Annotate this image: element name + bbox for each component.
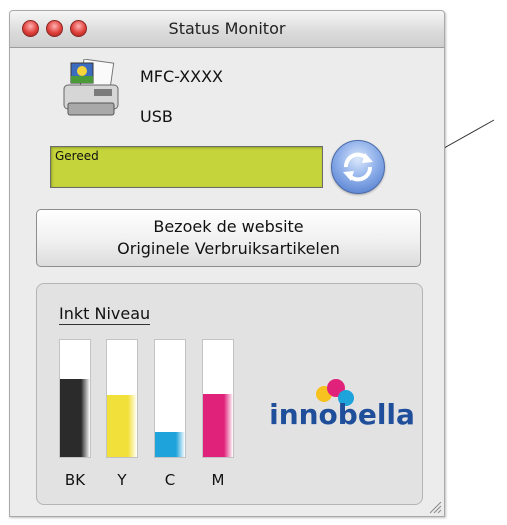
refresh-icon[interactable] [331, 140, 385, 194]
status-monitor-window: Status Monitor MFC-XXXX USB Gereed Bezoe… [9, 10, 445, 517]
ink-label-y: Y [117, 471, 127, 489]
visit-website-button[interactable]: Bezoek de website Originele Verbruiksart… [36, 209, 421, 267]
printer-icon [63, 59, 119, 116]
innobella-logo-text: innobella [270, 398, 415, 431]
ink-level-panel: Inkt Niveau BK Y C M innobella [36, 283, 423, 505]
connection-type: USB [140, 107, 173, 126]
title-bar[interactable]: Status Monitor [10, 11, 444, 48]
ink-tank-c [154, 339, 186, 458]
status-display: Gereed [50, 146, 323, 188]
ink-label-bk: BK [64, 471, 86, 489]
visit-button-line1: Bezoek de website [153, 217, 304, 236]
ink-label-m: M [211, 471, 225, 489]
ink-label-c: C [164, 471, 176, 489]
ink-tank-m [202, 339, 234, 458]
ink-tank-bk [59, 339, 91, 458]
status-text: Gereed [55, 149, 99, 163]
device-model: MFC-XXXX [140, 67, 223, 86]
ink-fill-c [155, 432, 185, 457]
ink-level-title: Inkt Niveau [59, 304, 151, 325]
ink-fill-y [107, 395, 137, 457]
ink-tank-y [106, 339, 138, 458]
ink-fill-bk [60, 378, 90, 457]
window-title: Status Monitor [168, 19, 286, 38]
innobella-logo: innobella [270, 379, 415, 431]
ink-fill-m [203, 393, 233, 457]
resize-grip-icon[interactable] [428, 500, 442, 514]
visit-button-line2: Originele Verbruiksartikelen [117, 239, 340, 258]
